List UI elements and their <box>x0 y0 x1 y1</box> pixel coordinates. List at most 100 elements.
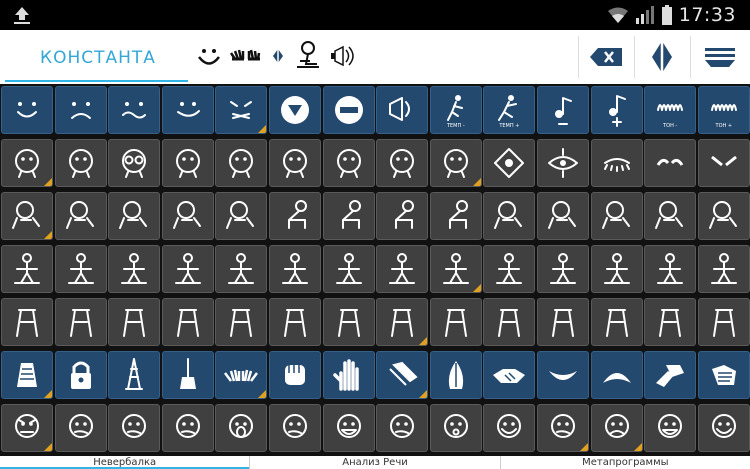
symbol-cell-fist[interactable] <box>269 351 321 399</box>
symbol-cell-stick-figure[interactable] <box>1 298 53 346</box>
symbol-cell-figure-stand[interactable] <box>644 245 697 293</box>
tab-analiz-rechi[interactable]: Анализ Речи <box>249 456 499 469</box>
symbol-cell-figure-cross[interactable] <box>537 245 589 293</box>
symbol-cell-legs-table[interactable] <box>376 298 429 346</box>
symbol-cell-head[interactable] <box>1 139 53 187</box>
symbol-cell-body-sit[interactable] <box>376 192 429 240</box>
backspace-button[interactable] <box>582 34 630 80</box>
symbol-cell-face-glasses[interactable] <box>108 139 161 187</box>
symbol-cell-smile[interactable] <box>1 86 53 134</box>
symbol-cell-legs-cross[interactable] <box>54 298 107 346</box>
symbol-cell-legs-z[interactable] <box>590 298 643 346</box>
symbol-cell-legs-kick[interactable] <box>215 298 268 346</box>
menu-button[interactable] <box>696 34 744 80</box>
symbol-cell-head-tilt[interactable] <box>54 192 107 240</box>
sentence-strip[interactable] <box>195 38 361 74</box>
symbol-cell-tone-plus[interactable]: ТОН + <box>697 86 750 134</box>
symbol-cell-legs-v[interactable] <box>644 298 697 346</box>
symbol-cell-legs-wide[interactable] <box>537 298 589 346</box>
symbol-cell-mouth-smile[interactable] <box>537 351 589 399</box>
symbol-cell-legs-apart[interactable] <box>483 298 536 346</box>
symbol-cell-eye-closed[interactable] <box>590 139 643 187</box>
symbol-cell-figure-arms[interactable] <box>215 245 268 293</box>
symbol-cell-wavy[interactable] <box>108 86 161 134</box>
symbol-cell-smile2[interactable] <box>161 86 214 134</box>
symbol-cell-hand-touch[interactable] <box>697 351 750 399</box>
symbol-cell-face-worried[interactable] <box>161 404 214 452</box>
symbol-cell-legs-x[interactable] <box>161 298 214 346</box>
symbol-cell-figure-stand2[interactable] <box>697 245 750 293</box>
symbol-cell-face-side[interactable] <box>215 139 268 187</box>
symbol-cell-brows-up[interactable] <box>644 139 697 187</box>
symbol-cell-head-turn[interactable] <box>1 192 53 240</box>
symbol-cell-cross-mouth[interactable] <box>215 86 268 134</box>
symbol-cell-head-hands[interactable] <box>590 192 643 240</box>
symbol-cell-face-teeth[interactable] <box>644 404 697 452</box>
symbol-cell-face-sly[interactable] <box>537 404 589 452</box>
symbol-cell-legs-k[interactable] <box>108 298 161 346</box>
symbol-cell-arms-out[interactable] <box>1 245 53 293</box>
symbol-cell-head-bow[interactable] <box>697 192 750 240</box>
symbol-cell-head-tilt2[interactable] <box>108 192 161 240</box>
symbol-cell-head-back[interactable] <box>161 192 214 240</box>
symbol-cell-head-side[interactable] <box>537 192 589 240</box>
symbol-cell-legs-pi[interactable] <box>429 298 482 346</box>
symbol-cell-broom[interactable] <box>161 351 214 399</box>
symbol-cell-note-plus[interactable] <box>590 86 643 134</box>
symbol-cell-face-sad[interactable] <box>590 404 643 452</box>
symbol-cell-legs-walk[interactable] <box>269 298 321 346</box>
symbol-cell-eye-open[interactable] <box>537 139 589 187</box>
symbol-cell-note-minus[interactable] <box>537 86 589 134</box>
symbol-cell-face-right[interactable] <box>429 139 482 187</box>
symbol-cell-figure-door[interactable] <box>269 245 321 293</box>
symbol-cell-face-angry[interactable] <box>1 404 53 452</box>
symbol-cell-figure-desk[interactable] <box>429 245 482 293</box>
symbol-cell-face-laugh[interactable] <box>697 404 750 452</box>
title-field[interactable]: КОНСТАНТА <box>5 38 188 82</box>
symbol-cell-legs-slash[interactable] <box>322 298 375 346</box>
symbol-cell-face-eyes[interactable] <box>54 139 107 187</box>
symbol-cell-face-scream[interactable] <box>215 404 268 452</box>
symbol-cell-figure-box[interactable] <box>108 245 161 293</box>
symbol-cell-head-hood[interactable] <box>644 192 697 240</box>
symbol-cell-brows-down[interactable] <box>697 139 750 187</box>
symbol-cell-hands-clap[interactable] <box>644 351 697 399</box>
symbol-cell-tone-minus[interactable]: ТОН - <box>644 86 697 134</box>
split-button[interactable] <box>638 34 686 80</box>
symbol-cell-lock[interactable] <box>54 351 107 399</box>
symbol-cell-mouth-frown[interactable] <box>590 351 643 399</box>
symbol-cell-figure-diamond[interactable] <box>590 245 643 293</box>
tab-metaprogrammy[interactable]: Метапрограммы <box>499 456 750 469</box>
symbol-cell-handshake[interactable] <box>483 351 536 399</box>
symbol-cell-down-triangle[interactable] <box>269 86 321 134</box>
symbol-cell-palm[interactable] <box>322 351 375 399</box>
symbol-cell-face-down[interactable] <box>322 139 375 187</box>
symbol-cell-face-look[interactable] <box>269 139 321 187</box>
symbol-cell-face-grumpy[interactable] <box>54 404 107 452</box>
symbol-cell-face-dots[interactable] <box>161 139 214 187</box>
tab-neverbalka[interactable]: Невербалка <box>0 456 250 469</box>
symbol-cell-face-corner[interactable] <box>376 139 429 187</box>
symbol-cell-head-circle[interactable] <box>483 192 536 240</box>
symbol-cell-cheese-grater[interactable] <box>1 351 53 399</box>
symbol-cell-figure-meditate[interactable] <box>376 245 429 293</box>
symbol-cell-figure-square[interactable] <box>161 245 214 293</box>
symbol-cell-legs-k2[interactable] <box>697 298 750 346</box>
symbol-cell-face-shock[interactable] <box>429 404 482 452</box>
symbol-cell-face-bored[interactable] <box>376 404 429 452</box>
symbol-cell-figure-frame[interactable] <box>483 245 536 293</box>
symbol-cell-face-happy[interactable] <box>483 404 536 452</box>
symbol-cell-tower[interactable] <box>108 351 161 399</box>
symbol-cell-head-down[interactable] <box>215 192 268 240</box>
symbol-cell-body-lean[interactable] <box>322 192 375 240</box>
symbol-cell-hands-pray[interactable] <box>429 351 482 399</box>
symbol-cell-frown[interactable] <box>54 86 107 134</box>
symbol-cell-figure-sit[interactable] <box>54 245 107 293</box>
symbol-cell-hands-pair[interactable] <box>215 351 268 399</box>
symbol-cell-body-sit2[interactable] <box>429 192 482 240</box>
symbol-cell-face-grin[interactable] <box>322 404 375 452</box>
symbol-cell-eye-diamond[interactable] <box>483 139 536 187</box>
symbol-cell-body-bend[interactable] <box>269 192 321 240</box>
symbol-cell-run[interactable]: ТЕМП - <box>429 86 482 134</box>
symbol-cell-face-nervous[interactable] <box>269 404 321 452</box>
